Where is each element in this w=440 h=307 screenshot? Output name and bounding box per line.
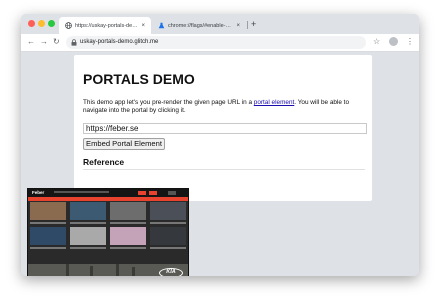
- portal-site-banner: [28, 197, 188, 201]
- browser-menu-icon[interactable]: ⋮: [406, 36, 414, 47]
- portal-article-caption: [150, 222, 186, 224]
- portal-article-caption: [70, 222, 106, 224]
- portal-site-logo: Feber: [32, 190, 45, 195]
- reload-button[interactable]: ↻: [53, 37, 60, 47]
- portal-article-caption: [110, 247, 146, 249]
- address-text[interactable]: uskay-portals-demo.glitch.me: [80, 38, 158, 47]
- ad-tree-trunk: [132, 267, 135, 276]
- tab-chrome-flags[interactable]: chrome://flags/#enable-portals ×: [152, 17, 246, 34]
- portal-site-button: [149, 191, 157, 195]
- intro-text-start: This demo app let's you pre-render the g…: [83, 99, 254, 106]
- ad-tree-trunk: [90, 266, 93, 276]
- portal-article-caption: [110, 222, 146, 224]
- window-close-button[interactable]: [28, 20, 35, 27]
- back-button[interactable]: ←: [27, 37, 35, 47]
- ad-tree-trunk: [66, 264, 69, 276]
- tab-title: https://uskay-portals-demo.glitch.me: [75, 22, 138, 29]
- portal-article-thumb: [70, 227, 106, 245]
- portal-site-menu: [54, 191, 109, 193]
- embed-portal-button[interactable]: Embed Portal Element: [83, 138, 165, 150]
- portal-element-link[interactable]: portal element: [254, 99, 295, 106]
- flask-icon: [158, 22, 165, 29]
- intro-text: This demo app let's you pre-render the g…: [83, 99, 365, 115]
- browser-toolbar: ← → ↻ uskay-portals-demo.glitch.me ☆ ⋮: [21, 34, 419, 52]
- portal-article-thumb: [30, 227, 66, 245]
- portal-article-caption: [30, 222, 66, 224]
- tab-strip: https://uskay-portals-demo.glitch.me × c…: [21, 14, 419, 34]
- portal-article-thumb: [150, 227, 186, 245]
- lock-icon: [71, 39, 77, 46]
- profile-avatar[interactable]: [389, 37, 398, 46]
- portal-article-caption: [30, 247, 66, 249]
- portal-site-header: Feber: [28, 189, 188, 197]
- ad-tree-trunk: [116, 264, 119, 276]
- portal-article-thumb: [70, 202, 106, 220]
- close-tab-icon[interactable]: ×: [141, 23, 145, 29]
- page-title: PORTALS DEMO: [83, 71, 195, 87]
- portal-article-thumb: [30, 202, 66, 220]
- demo-card: PORTALS DEMO This demo app let's you pre…: [74, 55, 372, 201]
- portal-site-button: [138, 191, 146, 195]
- window-maximize-button[interactable]: [48, 20, 55, 27]
- tab-separator: [247, 21, 248, 29]
- close-tab-icon[interactable]: ×: [236, 23, 240, 29]
- new-tab-button[interactable]: +: [251, 18, 256, 30]
- address-bar[interactable]: uskay-portals-demo.glitch.me: [66, 36, 366, 49]
- reference-heading: Reference: [83, 157, 125, 167]
- kia-logo: KIA: [159, 268, 183, 276]
- window-minimize-button[interactable]: [38, 20, 45, 27]
- bookmark-star-icon[interactable]: ☆: [373, 37, 380, 47]
- portal-site-button: [168, 191, 176, 195]
- browser-window: https://uskay-portals-demo.glitch.me × c…: [21, 14, 419, 276]
- forward-button[interactable]: →: [40, 37, 48, 47]
- portal-article-thumb: [110, 202, 146, 220]
- portal-preview[interactable]: Feber KIA: [27, 188, 189, 276]
- portal-article-thumb: [150, 202, 186, 220]
- tab-portals-demo[interactable]: https://uskay-portals-demo.glitch.me ×: [59, 17, 151, 34]
- portal-article-caption: [70, 247, 106, 249]
- portal-article-thumb: [110, 227, 146, 245]
- portal-article-caption: [150, 247, 186, 249]
- page-viewport: PORTALS DEMO This demo app let's you pre…: [21, 52, 419, 276]
- section-divider: [83, 169, 365, 170]
- url-input[interactable]: [83, 123, 367, 134]
- tab-title: chrome://flags/#enable-portals: [168, 22, 234, 29]
- globe-icon: [65, 22, 72, 29]
